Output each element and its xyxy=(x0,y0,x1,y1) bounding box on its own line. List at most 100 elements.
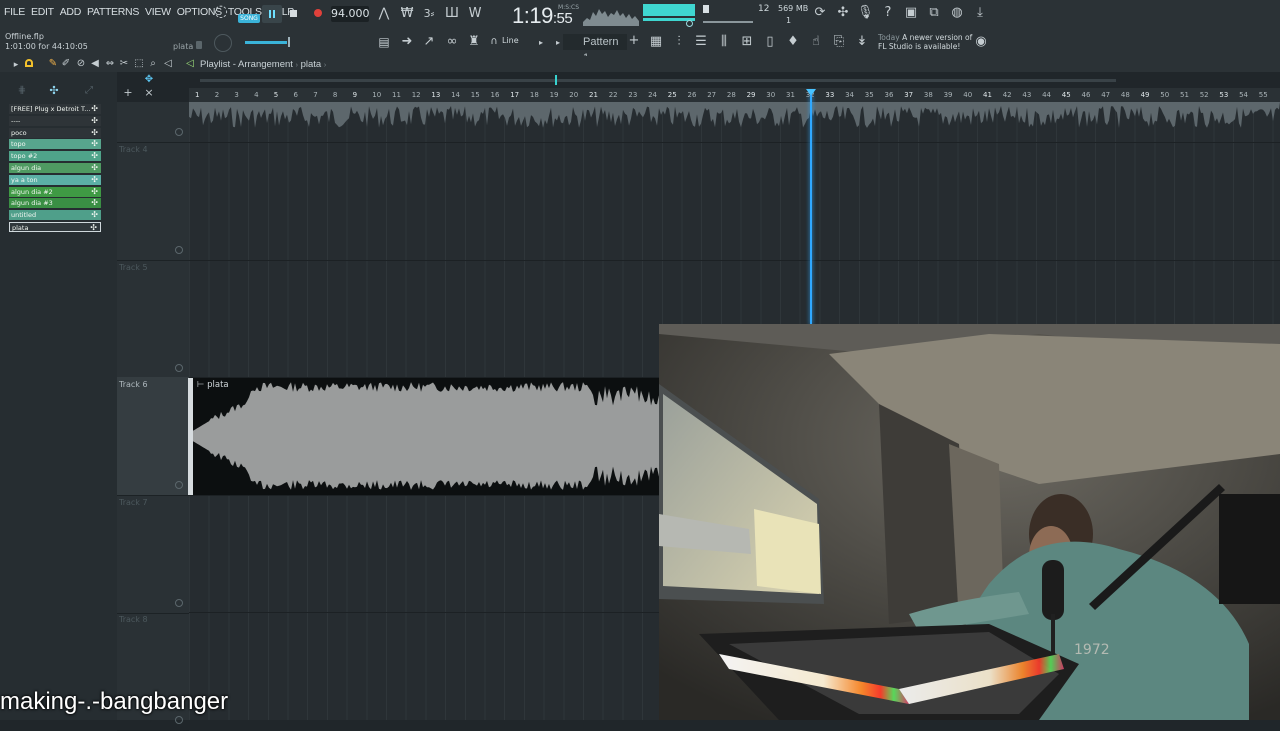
picker-audio-icon[interactable]: ⤢ xyxy=(82,84,96,98)
plugin-icon[interactable]: ♦ xyxy=(785,35,801,49)
mute-icon[interactable]: ◀ xyxy=(89,57,101,71)
pattern-options-icon[interactable]: ✣ xyxy=(91,151,98,161)
expand-icon[interactable]: ✥ xyxy=(143,73,155,87)
add-track-icon[interactable]: + xyxy=(122,86,134,100)
lock-icon[interactable] xyxy=(196,41,202,49)
remove-track-icon[interactable]: × xyxy=(143,86,155,100)
record-button[interactable] xyxy=(314,9,322,17)
download-icon[interactable]: ⤓ xyxy=(972,6,988,20)
browser-icon[interactable]: ⊞ xyxy=(739,35,755,49)
channel-rack-icon[interactable]: ☰ xyxy=(693,35,709,49)
track-header[interactable]: Track 7 xyxy=(117,495,189,614)
pattern-options-icon[interactable]: ✣ xyxy=(91,139,98,149)
paint-icon[interactable]: ✐ xyxy=(60,57,72,71)
menu-edit[interactable]: EDIT xyxy=(31,6,54,18)
metronome-icon[interactable]: ⋀ xyxy=(376,7,392,21)
track-name[interactable]: Track 4 xyxy=(119,145,148,154)
magnet-snap-icon[interactable] xyxy=(25,59,33,67)
pattern-item[interactable]: plata ✣ xyxy=(9,222,101,232)
help-icon[interactable]: ? xyxy=(880,6,896,20)
master-level-slider[interactable] xyxy=(245,41,287,44)
pattern-options-icon[interactable]: ✣ xyxy=(91,210,98,220)
track-header[interactable]: Track 6 xyxy=(117,377,189,496)
draw-icon[interactable]: ✎ xyxy=(47,57,59,71)
track-name[interactable]: Track 7 xyxy=(119,498,148,507)
zoom-icon[interactable]: ⌕ xyxy=(147,57,159,71)
playlist-current[interactable]: plata xyxy=(301,59,322,70)
master-volume-knob[interactable] xyxy=(214,34,232,52)
playlist-menu-icon[interactable]: ▸ xyxy=(10,58,22,72)
snap-dropdown-icon[interactable]: ▸ xyxy=(536,36,546,50)
save-icon[interactable]: ▣ xyxy=(903,6,919,20)
delete-icon[interactable]: ⊘ xyxy=(75,57,87,71)
pattern-options-icon[interactable]: ✣ xyxy=(91,175,98,185)
pat-song-toggle-icon[interactable]: ◌ xyxy=(212,3,230,19)
playlist-arrow-icon[interactable]: ◁ xyxy=(184,57,196,71)
tempo-display[interactable]: 94.000 xyxy=(331,6,370,22)
track-mute-icon[interactable] xyxy=(175,128,183,136)
loop-record-icon[interactable]: W xyxy=(466,7,484,21)
piano-roll-icon[interactable]: ⫶ xyxy=(671,35,687,49)
add-pattern-icon[interactable]: + xyxy=(628,34,640,48)
stamp-icon[interactable]: ♜ xyxy=(466,35,482,49)
brush-icon[interactable]: ↗ xyxy=(421,35,437,49)
pattern-item[interactable]: algun dia ✣ xyxy=(9,163,101,173)
snap-select[interactable]: Line xyxy=(502,36,519,45)
picker-grid-icon[interactable]: ⋕ xyxy=(15,84,29,98)
scroll-position-marker[interactable] xyxy=(555,75,557,85)
pattern-options-icon[interactable]: ✣ xyxy=(91,116,98,126)
track-mute-icon[interactable] xyxy=(175,481,183,489)
select-icon[interactable]: ⬚ xyxy=(133,57,145,71)
playhead[interactable] xyxy=(810,95,812,325)
track-mute-icon[interactable] xyxy=(175,716,183,724)
stop-button[interactable] xyxy=(290,10,297,17)
pattern-options-icon[interactable]: ✣ xyxy=(90,223,97,233)
menu-file[interactable]: FILE xyxy=(4,6,25,18)
step-edit-icon[interactable]: Ш xyxy=(443,7,461,21)
playlist-title[interactable]: Playlist - Arrangement xyxy=(200,59,293,70)
master-level-handle[interactable] xyxy=(288,37,290,47)
plugin-picker-icon[interactable]: ✣ xyxy=(835,6,851,20)
arrow-icon[interactable]: ➜ xyxy=(399,35,415,49)
pattern-item[interactable]: poco ✣ xyxy=(9,127,101,138)
pattern-item[interactable]: ---- ✣ xyxy=(9,115,101,126)
pattern-options-icon[interactable]: ✣ xyxy=(91,163,98,173)
timeline-ruler[interactable]: 1 2 3 4 5 6 7 8 9 10 11 12 13 14 15 16 17 18 19 20 21 22 23 24 2… xyxy=(189,88,1280,102)
slip-icon[interactable]: ⇔ xyxy=(104,57,116,71)
pattern-item[interactable]: topo ✣ xyxy=(9,139,101,150)
pattern-options-icon[interactable]: ✣ xyxy=(91,198,98,208)
tempo-tap-icon[interactable]: ↡ xyxy=(854,35,870,49)
countdown-icon[interactable]: 3⸗ xyxy=(420,7,438,21)
audio-clip[interactable] xyxy=(191,378,659,495)
pattern-item[interactable]: untitled ✣ xyxy=(9,210,101,221)
pattern-item[interactable]: algun dia #2 ✣ xyxy=(9,186,101,197)
news-panel[interactable]: Today A newer version of FL Studio is av… xyxy=(878,33,978,51)
horizontal-scrollbar[interactable] xyxy=(200,79,1116,82)
track-header-3[interactable] xyxy=(117,102,189,143)
track-mute-icon[interactable] xyxy=(175,246,183,254)
track-name[interactable]: Track 5 xyxy=(119,263,148,272)
pattern-item[interactable]: ya a ton ✣ xyxy=(9,174,101,185)
master-pitch-knob[interactable] xyxy=(686,20,693,27)
track-header[interactable]: Track 5 xyxy=(117,260,189,379)
pattern-item[interactable]: topo #2 ✣ xyxy=(9,151,101,162)
chat-icon[interactable]: ◍ xyxy=(949,6,965,20)
pattern-options-icon[interactable]: ✣ xyxy=(91,187,98,197)
menu-view[interactable]: VIEW xyxy=(145,6,171,18)
track-mute-icon[interactable] xyxy=(175,599,183,607)
pattern-item[interactable]: algun dia #3 ✣ xyxy=(9,198,101,209)
play-button[interactable] xyxy=(262,5,282,23)
playback-icon[interactable]: ◁ xyxy=(162,57,174,71)
sample-icon[interactable]: ▯ xyxy=(762,35,778,49)
pattern-options-icon[interactable]: ✣ xyxy=(91,128,98,138)
picker-patterns-icon[interactable]: ✣ xyxy=(47,84,61,98)
track-header[interactable]: Track 4 xyxy=(117,142,189,261)
globe-icon[interactable]: ◉ xyxy=(974,35,988,49)
menu-add[interactable]: ADD xyxy=(60,6,82,18)
menu-patterns[interactable]: PATTERNS xyxy=(87,6,139,18)
track-name[interactable]: Track 6 xyxy=(119,380,148,389)
pattern-item[interactable]: [FREE] Plug x Detroit T... ✣ xyxy=(9,104,101,114)
mixer-icon[interactable]: ⫼ xyxy=(716,35,732,49)
magnet-icon[interactable]: ∩ xyxy=(488,35,500,49)
pattern-options-icon[interactable]: ✣ xyxy=(91,104,98,114)
